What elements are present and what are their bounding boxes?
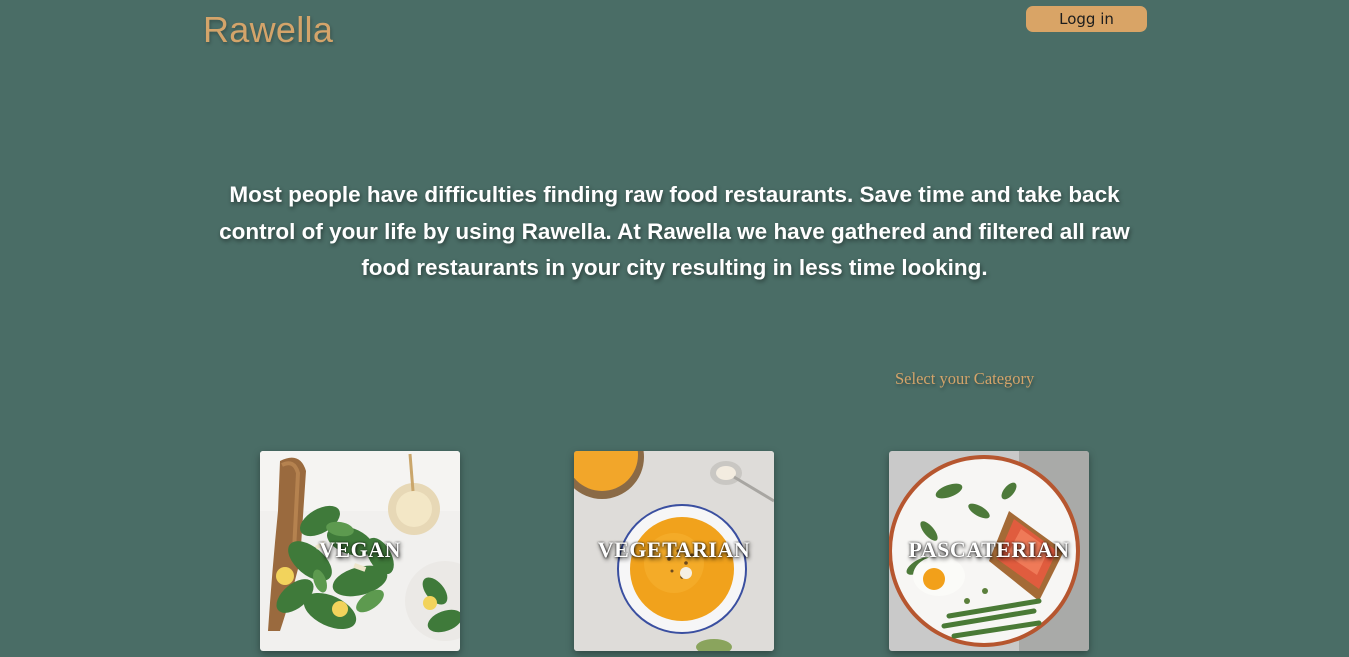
category-label-vegan: VEGAN (319, 537, 401, 562)
category-card-vegan[interactable]: VEGAN (260, 451, 460, 651)
login-button[interactable]: Logg in (1026, 6, 1147, 32)
category-card-vegetarian[interactable]: VEGETARIAN (574, 451, 774, 651)
category-label-vegetarian: VEGETARIAN (597, 537, 751, 562)
category-card-pascaterian[interactable]: PASCATERIAN (889, 451, 1089, 651)
intro-text: Most people have difficulties finding ra… (219, 182, 1130, 280)
category-heading: Select your Category (895, 369, 1035, 388)
logo[interactable]: Rawella (203, 9, 333, 51)
category-label-pascaterian: PASCATERIAN (908, 537, 1070, 562)
